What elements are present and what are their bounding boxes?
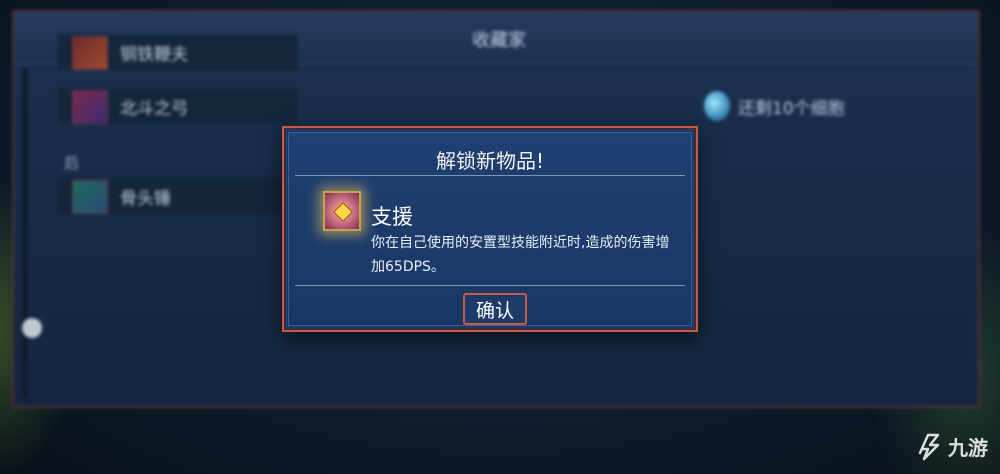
list-item[interactable]: 北斗之弓 [58, 88, 298, 124]
game-scene: 收藏家 钢铁鞭夫 北斗之弓 后 骨头锤 还剩10个细胞 解锁新物品! 支援 你在… [0, 0, 1000, 474]
unlock-dialog-panel: 解锁新物品! 支援 你在自己使用的安置型技能附近时,造成的伤害增加65DPS。 … [288, 132, 692, 326]
watermark-text: 九游 [948, 435, 988, 460]
footer-divider [295, 285, 685, 286]
whip-icon [72, 36, 108, 70]
dialog-title: 解锁新物品! [435, 149, 545, 173]
list-item-label: 北斗之弓 [120, 99, 188, 119]
support-rune-icon [323, 191, 361, 231]
jiuyou-logo-icon [918, 433, 940, 461]
item-name: 支援 [371, 205, 413, 229]
title-divider [295, 175, 685, 176]
unlock-dialog: 解锁新物品! 支援 你在自己使用的安置型技能附近时,造成的伤害增加65DPS。 … [282, 126, 698, 332]
rune-gem-icon [333, 202, 353, 222]
scroll-knob[interactable] [22, 318, 42, 338]
remaining-cells: 还剩10个细胞 [704, 86, 845, 126]
collector-title: 收藏家 [472, 30, 526, 51]
hammer-icon [72, 180, 108, 214]
confirm-button[interactable]: 确认 [463, 293, 527, 325]
bow-icon [72, 90, 108, 124]
remaining-cells-text: 还剩10个细胞 [738, 98, 845, 119]
item-description: 你在自己使用的安置型技能附近时,造成的伤害增加65DPS。 [371, 235, 670, 275]
watermark: 九游 [916, 426, 988, 466]
cell-icon [704, 91, 730, 121]
list-item[interactable]: 骨头锤 [58, 178, 298, 214]
scroll-rail[interactable] [22, 68, 28, 398]
list-item-label: 骨头锤 [120, 189, 171, 209]
section-label: 后 [64, 154, 80, 172]
list-item[interactable]: 钢铁鞭夫 [58, 34, 298, 70]
list-item-label: 钢铁鞭夫 [120, 45, 188, 65]
